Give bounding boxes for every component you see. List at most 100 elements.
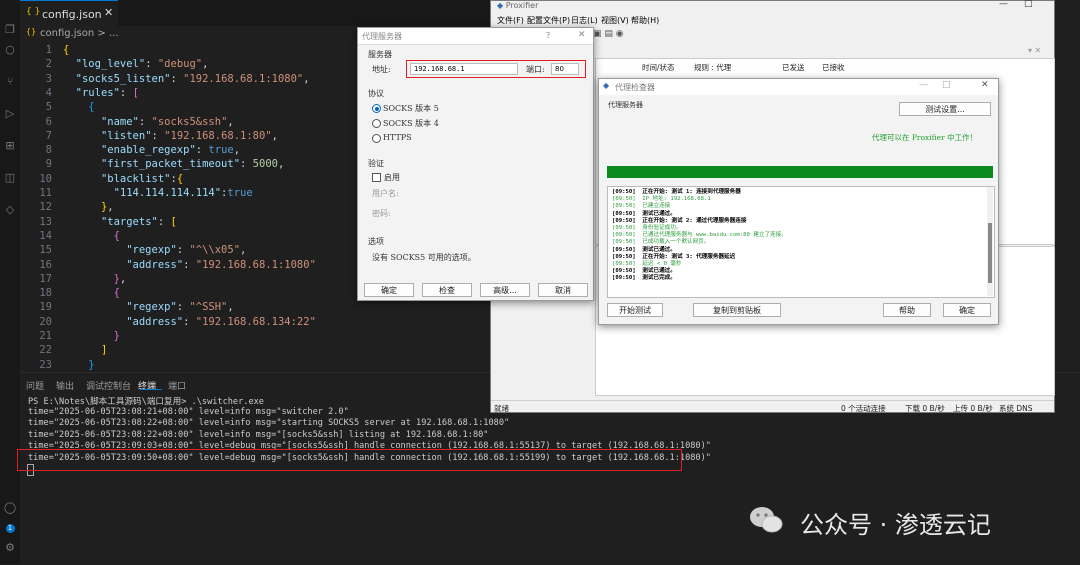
checker-button-0[interactable]: 开始测试	[607, 303, 663, 317]
line-number: 20	[39, 315, 52, 328]
code-line[interactable]: "log_level": "debug",	[63, 58, 209, 70]
notification-badge: 1	[2, 520, 18, 536]
menu-item[interactable]: 日志(L)	[571, 15, 598, 26]
column-header[interactable]: 已接收	[822, 62, 845, 73]
protocol-label: HTTPS	[383, 133, 412, 142]
checker-button-1[interactable]: 复制到剪贴板	[693, 303, 781, 317]
line-number: 12	[39, 201, 52, 214]
log-line: [09:50] 测试已通过。	[612, 246, 676, 253]
remote-icon[interactable]: ◫	[2, 170, 18, 186]
account-icon[interactable]: ◯	[2, 500, 18, 516]
dialog-button-0[interactable]: 确定	[364, 283, 414, 297]
dialog-button-2[interactable]: 高级...	[480, 283, 530, 297]
code-line[interactable]: }	[63, 330, 120, 342]
active-tab-underline	[140, 389, 162, 390]
menu-item[interactable]: 视图(V)	[601, 15, 629, 26]
window-controls[interactable]: —□	[999, 0, 1049, 9]
breadcrumb-text[interactable]: config.json > ...	[40, 28, 119, 39]
enable-auth-checkbox[interactable]	[372, 173, 381, 182]
search-icon[interactable]: ○	[2, 42, 18, 58]
code-line[interactable]: "enable_regexp": true,	[63, 144, 240, 156]
dialog-titlebar: 代理服务器 ? ✕	[358, 28, 593, 45]
code-line[interactable]: }	[63, 359, 94, 371]
code-line[interactable]: "first_packet_timeout": 5000,	[63, 158, 284, 170]
code-line[interactable]: {	[63, 287, 120, 299]
menu-item[interactable]: 文件(F)	[497, 15, 524, 26]
checker-button-2[interactable]: 帮助	[883, 303, 931, 317]
proxifier-icon: ◆	[603, 81, 610, 90]
status-bar: 就绪 0 个活动连接 下载 0 B/秒 上传 0 B/秒 系统 DNS	[491, 400, 1054, 413]
radio-dot	[374, 106, 379, 111]
code-line[interactable]: },	[63, 273, 127, 285]
checker-button-3[interactable]: 确定	[943, 303, 991, 317]
log-line: [09:50] 已建立连接	[612, 203, 671, 210]
close-icon[interactable]: ✕	[578, 30, 586, 40]
editor-tab-bar: { } config.json ✕	[20, 0, 490, 27]
address-input[interactable]: 192.168.68.1	[410, 63, 518, 75]
code-line[interactable]: ]	[63, 344, 107, 356]
column-header[interactable]: 时间/状态	[642, 62, 675, 73]
dialog-button-3[interactable]: 取消	[538, 283, 588, 297]
column-header[interactable]: 已发送	[782, 62, 805, 73]
toolbar-icons[interactable]: ▣ ▤ ◉	[593, 29, 624, 39]
panel-tab-0[interactable]: 问题	[26, 379, 44, 392]
explorer-icon[interactable]: ❐	[2, 22, 18, 38]
column-header[interactable]: 规则 : 代理	[694, 62, 731, 73]
checker-titlebar: ◆ 代理检查器 —□ ✕	[599, 79, 998, 95]
code-line[interactable]: {	[63, 44, 69, 56]
code-line[interactable]: "regexp": "^SSH",	[63, 301, 234, 313]
docker-icon[interactable]: ◇	[2, 202, 18, 218]
panel-pin-icon[interactable]: ▾ ✕	[1028, 46, 1041, 55]
line-number: 8	[45, 144, 52, 157]
line-number: 1	[45, 44, 52, 56]
code-line[interactable]: "114.114.114.114":true	[63, 187, 253, 199]
test-settings-button[interactable]: 测试设置...	[899, 102, 991, 116]
source-control-icon[interactable]: ⑂	[2, 74, 18, 90]
code-line[interactable]: "address": "192.168.68.134:22"	[63, 316, 316, 328]
group-server-label: 服务器	[368, 50, 392, 59]
group-protocol-label: 协议	[368, 89, 384, 98]
log-line: [09:50] 正在开始: 测试 2: 通过代理服务器连接	[612, 217, 747, 224]
panel-tab-3[interactable]: 终端	[138, 379, 156, 392]
code-line[interactable]: "targets": [	[63, 216, 177, 228]
protocol-radio[interactable]	[372, 104, 381, 113]
code-line[interactable]: "name": "socks5&ssh",	[63, 116, 234, 128]
code-line[interactable]: "address": "192.168.68.1:1080"	[63, 259, 316, 271]
run-debug-icon[interactable]: ▷	[2, 106, 18, 122]
code-line[interactable]: "socks5_listen": "192.168.68.1:1080",	[63, 73, 310, 85]
status-connections: 0 个活动连接	[841, 404, 886, 413]
dialog-button-1[interactable]: 检查	[422, 283, 472, 297]
menu-item[interactable]: 配置文件(P)	[527, 15, 570, 26]
checker-log[interactable]: [09:50] 正在开始: 测试 1: 连接到代理服务器 [09:50] IP 地…	[607, 186, 995, 298]
protocol-radio[interactable]	[372, 119, 381, 128]
help-icon[interactable]: ?	[546, 31, 550, 40]
extensions-icon[interactable]: ⊞	[2, 138, 18, 154]
code-line[interactable]: "regexp": "^\\x05",	[63, 244, 246, 256]
line-number: 6	[45, 115, 52, 128]
window-controls[interactable]: —□	[919, 80, 965, 90]
menu-item[interactable]: 帮助(H)	[631, 15, 659, 26]
code-line[interactable]: "blacklist":{	[63, 173, 183, 185]
protocol-label: SOCKS 版本 5	[383, 104, 439, 113]
panel-tab-4[interactable]: 端口	[168, 379, 186, 392]
json-file-icon: { }	[26, 7, 41, 17]
protocol-radio[interactable]	[372, 134, 381, 143]
terminal-highlight-box	[17, 449, 682, 471]
address-label: 地址:	[372, 65, 391, 74]
line-number: 3	[45, 72, 52, 85]
code-line[interactable]: },	[63, 201, 114, 213]
code-line[interactable]: "listen": "192.168.68.1:80",	[63, 130, 278, 142]
scrollbar[interactable]	[987, 187, 993, 296]
close-icon[interactable]: ✕	[981, 80, 989, 90]
code-line[interactable]: {	[63, 101, 94, 113]
username-label: 用户名:	[372, 189, 399, 198]
gear-icon[interactable]: ⚙	[2, 540, 18, 556]
panel-tab-1[interactable]: 输出	[56, 379, 74, 392]
code-line[interactable]: {	[63, 230, 120, 242]
panel-tab-2[interactable]: 调试控制台	[86, 379, 131, 392]
tab-config-json[interactable]: { } config.json ✕	[20, 0, 118, 27]
code-line[interactable]: "rules": [	[63, 87, 139, 99]
group-options-label: 选项	[368, 237, 384, 246]
port-input[interactable]: 80	[551, 63, 579, 75]
close-icon[interactable]: ✕	[104, 6, 113, 19]
